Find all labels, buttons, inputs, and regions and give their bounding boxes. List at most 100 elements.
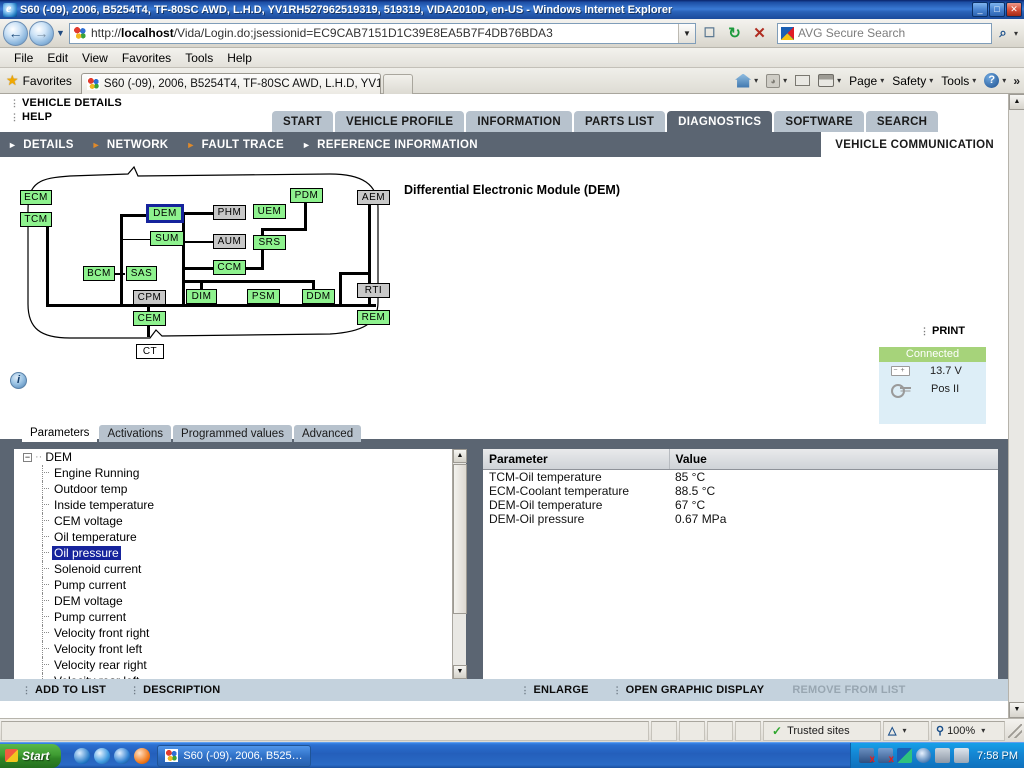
- open-graphic-display-button[interactable]: ⋮ OPEN GRAPHIC DISPLAY: [613, 684, 765, 696]
- tree-item[interactable]: DEM voltage: [14, 593, 450, 609]
- node-tcm[interactable]: TCM: [20, 212, 52, 227]
- tree-item[interactable]: Oil temperature: [14, 529, 450, 545]
- search-input[interactable]: AVG Secure Search: [777, 22, 992, 44]
- node-ddm[interactable]: DDM: [302, 289, 335, 304]
- table-row[interactable]: TCM-Oil temperature 85 °C: [483, 470, 998, 484]
- stop-icon[interactable]: ✕: [748, 22, 771, 45]
- tree-item[interactable]: CEM voltage: [14, 513, 450, 529]
- tree-item[interactable]: Velocity front left: [14, 641, 450, 657]
- tree-item[interactable]: Pump current: [14, 609, 450, 625]
- node-pdm[interactable]: PDM: [290, 188, 323, 203]
- subtab-vehicle-communication[interactable]: VEHICLE COMMUNICATION: [821, 132, 1008, 157]
- tree-item[interactable]: Pump current: [14, 577, 450, 593]
- description-button[interactable]: ⋮ DESCRIPTION: [130, 684, 220, 696]
- page-caret-icon[interactable]: ▾: [880, 76, 884, 85]
- network-disconnected-icon-2[interactable]: [878, 748, 894, 765]
- read-mail-button[interactable]: [791, 75, 814, 86]
- url-input[interactable]: http://localhost/Vida/Login.do;jsessioni…: [69, 22, 696, 44]
- favorites-star-icon[interactable]: ★: [6, 72, 19, 89]
- history-dropdown-icon[interactable]: ▼: [54, 28, 67, 38]
- firefox-quick-icon[interactable]: [134, 747, 151, 764]
- page-scrollbar[interactable]: ▲ ▼: [1008, 94, 1024, 718]
- scroll-up-icon[interactable]: ▲: [453, 449, 467, 463]
- browser-tab[interactable]: S60 (-09), 2006, B5254T4, TF-80SC AWD, L…: [80, 72, 381, 94]
- page-scroll-up-icon[interactable]: ▲: [1009, 94, 1024, 110]
- node-ccm[interactable]: CCM: [213, 260, 246, 275]
- node-rem[interactable]: REM: [357, 310, 390, 325]
- search-icon[interactable]: ⌕: [992, 25, 1014, 41]
- node-rti[interactable]: RTI: [357, 283, 390, 298]
- back-button[interactable]: ←: [3, 20, 28, 46]
- taskbar-window-button[interactable]: S60 (-09), 2006, B525…: [157, 744, 311, 767]
- tab-software[interactable]: SOFTWARE: [774, 111, 864, 132]
- tools-caret-icon[interactable]: ▾: [972, 76, 976, 85]
- compatibility-view-icon[interactable]: ☐: [698, 22, 721, 45]
- node-srs[interactable]: SRS: [253, 235, 286, 250]
- node-phm[interactable]: PHM: [213, 205, 246, 220]
- tab-diagnostics[interactable]: DIAGNOSTICS: [667, 111, 773, 132]
- column-header-parameter[interactable]: Parameter: [483, 449, 670, 470]
- tree-scrollbar[interactable]: ▲ ▼: [452, 449, 467, 679]
- protected-mode-indicator[interactable]: △ ▾: [883, 720, 929, 741]
- menu-tools[interactable]: Tools: [178, 50, 220, 66]
- security-zone[interactable]: ✓ Trusted sites: [763, 720, 881, 741]
- print-button[interactable]: ⋮ PRINT: [920, 325, 965, 337]
- url-dropdown-icon[interactable]: ▼: [678, 23, 695, 43]
- node-sas[interactable]: SAS: [126, 266, 157, 281]
- home-caret-icon[interactable]: ▾: [754, 76, 758, 85]
- tree-item[interactable]: Velocity rear right: [14, 657, 450, 673]
- refresh-icon[interactable]: ↻: [723, 22, 746, 45]
- page-scroll-down-icon[interactable]: ▼: [1009, 702, 1024, 718]
- tree-item[interactable]: Outdoor temp: [14, 481, 450, 497]
- menu-edit[interactable]: Edit: [40, 50, 75, 66]
- node-dim[interactable]: DIM: [186, 289, 217, 304]
- start-button[interactable]: Start: [0, 743, 62, 768]
- favorites-button[interactable]: Favorites: [23, 74, 72, 88]
- menu-view[interactable]: View: [75, 50, 115, 66]
- table-row[interactable]: DEM-Oil temperature 67 °C: [483, 498, 998, 512]
- new-tab-button[interactable]: [382, 73, 413, 94]
- tree-item[interactable]: Velocity front right: [14, 625, 450, 641]
- close-button[interactable]: ✕: [1006, 2, 1022, 17]
- media-player-quick-icon[interactable]: [114, 747, 131, 764]
- add-to-list-button[interactable]: ⋮ ADD TO LIST: [22, 684, 106, 696]
- node-uem[interactable]: UEM: [253, 204, 286, 219]
- tab-search[interactable]: SEARCH: [865, 111, 939, 132]
- tab-programmed-values[interactable]: Programmed values: [173, 425, 292, 442]
- maximize-button[interactable]: □: [989, 2, 1005, 17]
- internet-explorer-quick-icon[interactable]: [94, 747, 111, 764]
- tab-advanced[interactable]: Advanced: [293, 425, 362, 442]
- zoom-caret-icon[interactable]: ▾: [981, 726, 985, 735]
- network-disconnected-icon[interactable]: [859, 748, 875, 765]
- tree-root-dem[interactable]: − ·· DEM: [14, 449, 450, 465]
- tree-item[interactable]: Inside temperature: [14, 497, 450, 513]
- help-caret-icon[interactable]: ▾: [1002, 76, 1006, 85]
- information-icon[interactable]: i: [10, 372, 27, 389]
- taskbar-clock[interactable]: 7:58 PM: [977, 750, 1018, 762]
- node-ecm[interactable]: ECM: [20, 190, 52, 205]
- help-menu-button[interactable]: ? ▾: [980, 73, 1010, 88]
- enlarge-button[interactable]: ⋮ ENLARGE: [520, 684, 588, 696]
- table-row[interactable]: DEM-Oil pressure 0.67 MPa: [483, 512, 998, 526]
- tray-icon-5[interactable]: [935, 748, 951, 763]
- scroll-thumb[interactable]: [453, 464, 467, 614]
- scroll-down-icon[interactable]: ▼: [453, 665, 467, 679]
- command-overflow-icon[interactable]: »: [1010, 74, 1020, 88]
- subtab-fault-trace[interactable]: ► FAULT TRACE: [178, 132, 294, 157]
- menu-favorites[interactable]: Favorites: [115, 50, 178, 66]
- tray-icon-6[interactable]: [954, 748, 970, 763]
- tree-item[interactable]: Solenoid current: [14, 561, 450, 577]
- tab-vehicle-profile[interactable]: VEHICLE PROFILE: [334, 111, 465, 132]
- safety-caret-icon[interactable]: ▾: [929, 76, 933, 85]
- subtab-network[interactable]: ► NETWORK: [84, 132, 179, 157]
- vehicle-details-link[interactable]: ⋮ VEHICLE DETAILS: [10, 97, 122, 109]
- protected-caret-icon[interactable]: ▾: [902, 726, 906, 735]
- minimize-button[interactable]: _: [972, 2, 988, 17]
- subtab-details[interactable]: ► DETAILS: [0, 132, 84, 157]
- tab-parameters[interactable]: Parameters: [22, 424, 98, 442]
- menu-file[interactable]: File: [7, 50, 40, 66]
- avg-tray-icon[interactable]: [897, 748, 913, 763]
- help-link[interactable]: ⋮ HELP: [10, 111, 52, 123]
- tree-item-selected[interactable]: Oil pressure: [14, 545, 450, 561]
- print-button[interactable]: ▾: [814, 74, 845, 87]
